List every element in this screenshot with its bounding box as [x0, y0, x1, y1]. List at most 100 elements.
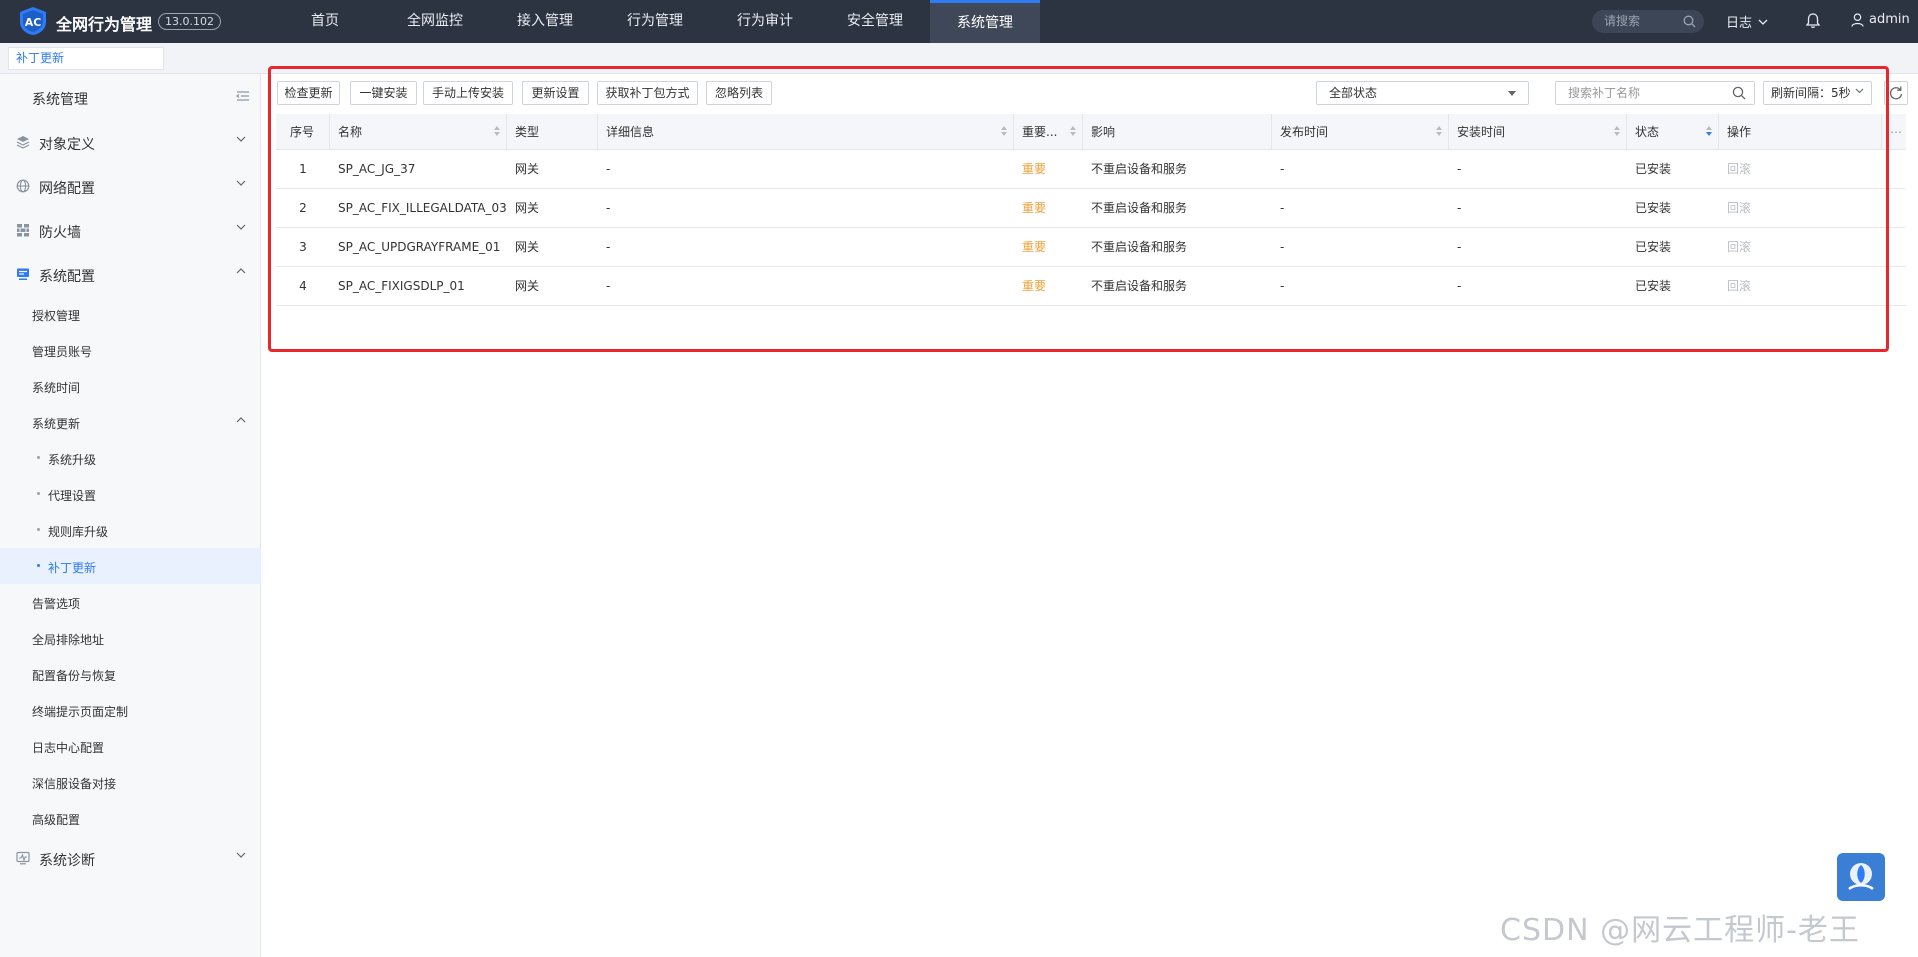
column-header-importance[interactable]: 重要... [1014, 114, 1083, 150]
table-row: 1 SP_AC_JG_37 网关 - 重要 不重启设备和服务 - - 已安装 回… [276, 150, 1906, 189]
sidebar-group-network[interactable]: 网络配置 [0, 170, 261, 202]
sidebar-item-backup[interactable]: 配置备份与恢复 [0, 656, 261, 692]
one-click-install-button[interactable]: 一键安装 [350, 81, 417, 105]
cell-install-time: - [1457, 162, 1462, 176]
page-tab-patch-update[interactable]: 补丁更新 [8, 47, 164, 70]
column-header-label: 状态 [1635, 125, 1660, 139]
update-settings-button[interactable]: 更新设置 [522, 81, 589, 105]
check-update-button[interactable]: 检查更新 [277, 81, 340, 105]
ignore-list-button[interactable]: 忽略列表 [706, 81, 772, 105]
cell-seq: 4 [299, 279, 307, 293]
patch-search-placeholder: 搜索补丁名称 [1568, 86, 1641, 100]
sidebar-group-label: 系统配置 [39, 269, 95, 285]
sidebar-item-admin-account[interactable]: 管理员账号 [0, 332, 261, 368]
sidebar-item-system-upgrade[interactable]: 系统升级 [0, 440, 261, 476]
patch-search-input[interactable]: 搜索补丁名称 [1555, 81, 1755, 105]
table-row: 3 SP_AC_UPDGRAYFRAME_01 网关 - 重要 不重启设备和服务… [276, 228, 1906, 267]
column-header-detail[interactable]: 详细信息 [598, 114, 1014, 150]
cell-name: SP_AC_JG_37 [338, 162, 416, 176]
sort-icon[interactable] [1070, 126, 1076, 136]
collapse-menu-icon[interactable] [236, 90, 250, 102]
sort-icon[interactable] [1614, 126, 1620, 136]
sidebar-item-log-center[interactable]: 日志中心配置 [0, 728, 261, 764]
sidebar-item-terminal-page[interactable]: 终端提示页面定制 [0, 692, 261, 728]
chevron-down-icon [236, 136, 246, 142]
nav-item-system[interactable]: 系统管理 [930, 0, 1040, 43]
cell-type: 网关 [515, 201, 540, 215]
refresh-button[interactable] [1884, 81, 1908, 105]
column-header-install-time[interactable]: 安装时间 [1449, 114, 1627, 150]
system-config-icon [17, 268, 29, 280]
rollback-link[interactable]: 回滚 [1719, 228, 1751, 267]
assistant-button[interactable] [1837, 853, 1885, 901]
chevron-down-icon [236, 852, 246, 858]
sidebar-item-label: 配置备份与恢复 [32, 669, 117, 683]
sidebar-group-firewall[interactable]: 防火墙 [0, 214, 261, 246]
cell-impact: 不重启设备和服务 [1091, 279, 1188, 293]
cell-release-time: - [1280, 162, 1285, 176]
main-nav: 首页 全网监控 接入管理 行为管理 行为审计 安全管理 系统管理 [270, 0, 1040, 43]
cell-install-time: - [1457, 201, 1462, 215]
nav-item-access[interactable]: 接入管理 [490, 0, 600, 43]
sort-icon[interactable] [1001, 126, 1007, 136]
nav-item-monitor[interactable]: 全网监控 [380, 0, 490, 43]
sidebar-item-rule-lib[interactable]: 规则库升级 [0, 512, 261, 548]
sidebar-item-license[interactable]: 授权管理 [0, 296, 261, 332]
sidebar-item-system-time[interactable]: 系统时间 [0, 368, 261, 404]
sidebar-item-label: 全局排除地址 [32, 633, 105, 647]
rollback-link[interactable]: 回滚 [1719, 189, 1751, 228]
sort-icon[interactable] [1436, 126, 1442, 136]
chevron-down-icon [236, 180, 246, 186]
column-header-seq: 序号 [276, 114, 330, 150]
cell-release-time: - [1280, 279, 1285, 293]
status-filter-select[interactable]: 全部状态 [1316, 81, 1529, 105]
sidebar-item-exclude[interactable]: 全局排除地址 [0, 620, 261, 656]
sidebar-group-label: 对象定义 [39, 137, 95, 153]
nav-item-audit[interactable]: 行为审计 [710, 0, 820, 43]
sidebar-group-sysconfig[interactable]: 系统配置 [0, 258, 261, 290]
sidebar-item-label: 管理员账号 [32, 345, 93, 359]
column-header-name[interactable]: 名称 [330, 114, 507, 150]
rollback-link[interactable]: 回滚 [1719, 267, 1751, 306]
log-menu[interactable]: 日志 [1726, 12, 1768, 31]
cell-detail: - [606, 279, 611, 293]
nav-item-behavior[interactable]: 行为管理 [600, 0, 710, 43]
cell-impact: 不重启设备和服务 [1091, 162, 1188, 176]
table-row: 4 SP_AC_FIXIGSDLP_01 网关 - 重要 不重启设备和服务 - … [276, 267, 1906, 306]
nav-item-home[interactable]: 首页 [270, 0, 380, 43]
cell-install-time: - [1457, 279, 1462, 293]
assistant-icon [1848, 863, 1874, 891]
cell-status: 已安装 [1635, 162, 1672, 176]
bell-icon[interactable] [1805, 12, 1821, 29]
sidebar-item-proxy[interactable]: 代理设置 [0, 476, 261, 512]
column-settings-icon[interactable]: ⋯ [1882, 114, 1906, 150]
sidebar-item-sangfor-device[interactable]: 深信服设备对接 [0, 764, 261, 800]
sidebar-group-diagnosis[interactable]: 系统诊断 [0, 842, 261, 874]
monitor-pulse-icon [16, 851, 30, 865]
column-header-action: 操作 [1719, 114, 1882, 150]
sidebar-item-patch-update[interactable]: 补丁更新 [0, 548, 261, 584]
search-icon[interactable] [1732, 86, 1746, 100]
sidebar-item-label: 系统升级 [48, 453, 97, 467]
sidebar-item-alarm[interactable]: 告警选项 [0, 584, 261, 620]
sidebar: 系统管理 对象定义 网络配置 防火墙 系统配置 授权管理 管理员账号 系统时间 … [0, 74, 261, 957]
global-search-input[interactable]: 请搜索 [1592, 10, 1704, 33]
sort-icon[interactable] [494, 126, 500, 136]
chevron-up-icon [236, 417, 246, 423]
column-header-release-time[interactable]: 发布时间 [1272, 114, 1449, 150]
manual-upload-install-button[interactable]: 手动上传安装 [423, 81, 513, 105]
sidebar-group-object[interactable]: 对象定义 [0, 126, 261, 158]
global-search-placeholder: 请搜索 [1604, 14, 1641, 28]
get-patch-method-button[interactable]: 获取补丁包方式 [597, 81, 698, 105]
cell-detail: - [606, 240, 611, 254]
sidebar-item-system-update[interactable]: 系统更新 [0, 404, 261, 440]
nav-item-security[interactable]: 安全管理 [820, 0, 930, 43]
sidebar-item-advanced[interactable]: 高级配置 [0, 800, 261, 836]
refresh-interval-select[interactable]: 刷新间隔：5秒 [1763, 81, 1872, 105]
user-menu[interactable]: admin [1851, 12, 1910, 27]
sidebar-item-label: 告警选项 [32, 597, 81, 611]
sort-desc-icon[interactable] [1706, 126, 1712, 136]
cell-status: 已安装 [1635, 279, 1672, 293]
column-header-status[interactable]: 状态 [1627, 114, 1719, 150]
rollback-link[interactable]: 回滚 [1719, 150, 1751, 189]
